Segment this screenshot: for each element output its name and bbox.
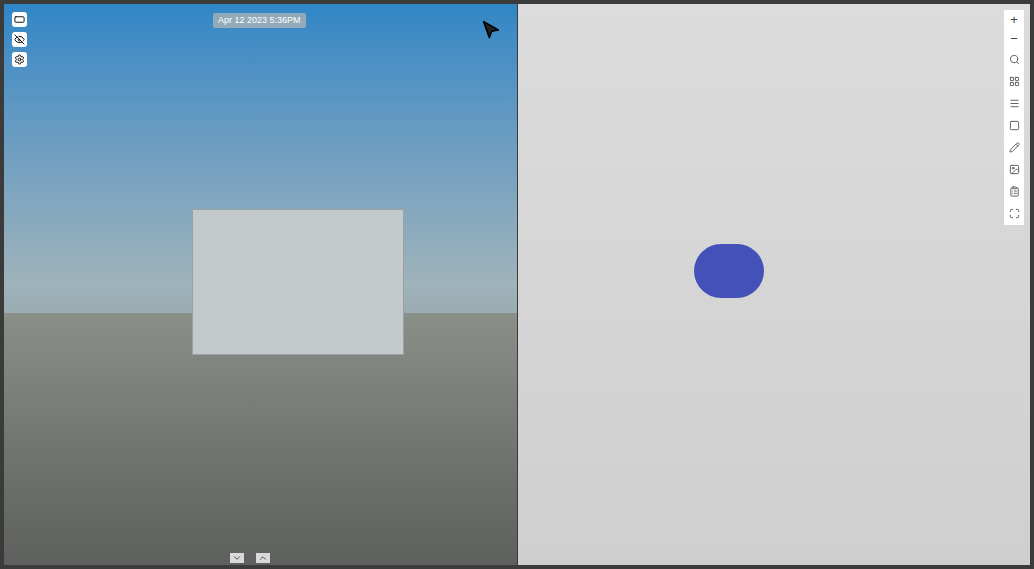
clipboard-button[interactable]: [1006, 182, 1022, 201]
photo-controls: [12, 12, 27, 67]
list-button[interactable]: [1006, 94, 1022, 113]
fullscreen-button[interactable]: [1006, 204, 1022, 223]
clipboard-icon: [1009, 186, 1020, 197]
box-icon: [1009, 120, 1020, 131]
edit-button[interactable]: [1006, 138, 1022, 157]
zoom-out-button[interactable]: −: [1006, 31, 1022, 47]
box-button[interactable]: [1006, 116, 1022, 135]
next-button[interactable]: [256, 553, 270, 563]
compass[interactable]: [479, 18, 499, 38]
expand-icon: [1009, 208, 1020, 219]
image-icon: [1009, 164, 1020, 175]
hide-button[interactable]: [12, 32, 27, 47]
zoom-in-button[interactable]: +: [1006, 12, 1022, 28]
timestamp: Apr 12 2023 5:36PM: [213, 13, 306, 28]
rectangle-icon: [14, 14, 25, 25]
search-icon: [1009, 54, 1020, 65]
search-button[interactable]: [1006, 50, 1022, 69]
grid-button[interactable]: [1006, 72, 1022, 91]
model-toolbar: +−: [1004, 10, 1024, 225]
eye-off-icon: [14, 34, 25, 45]
list-icon: [1009, 98, 1020, 109]
settings-button[interactable]: [12, 52, 27, 67]
position-marker: [694, 244, 764, 298]
chevron-up-icon: [258, 553, 268, 563]
model-view[interactable]: +−: [518, 4, 1031, 565]
app-window: Apr 12 2023 5:36PM+−: [0, 0, 1034, 569]
pencil-icon: [1009, 142, 1020, 153]
photo-nav: [230, 553, 270, 563]
photo-view[interactable]: Apr 12 2023 5:36PM: [4, 4, 517, 565]
gear-icon: [14, 54, 25, 65]
layout-button[interactable]: [12, 12, 27, 27]
cabinet: [192, 209, 404, 355]
chevron-down-icon: [232, 553, 242, 563]
previous-button[interactable]: [230, 553, 244, 563]
compass-arrow-icon: [474, 14, 502, 42]
grid-icon: [1009, 76, 1020, 87]
photo-button[interactable]: [1006, 160, 1022, 179]
